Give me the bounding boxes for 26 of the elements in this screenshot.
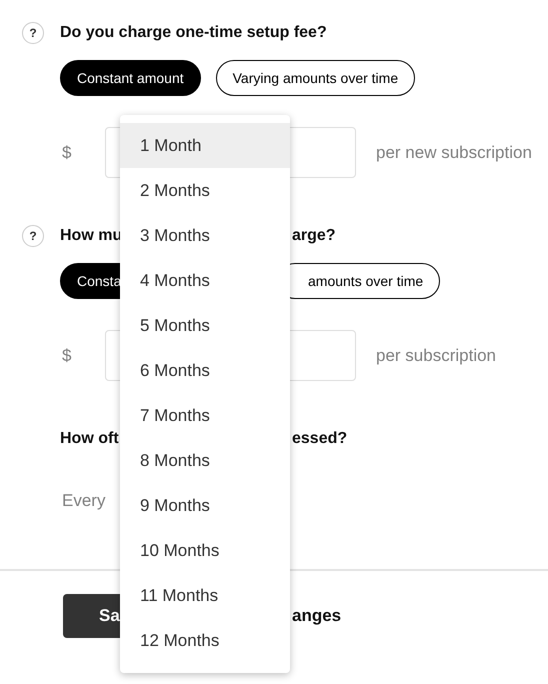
menu-item[interactable]: 8 Months bbox=[120, 438, 290, 483]
help-icon[interactable]: ? bbox=[22, 225, 44, 247]
menu-item[interactable]: 9 Months bbox=[120, 483, 290, 528]
currency-label: $ bbox=[61, 142, 72, 164]
help-icon[interactable]: ? bbox=[22, 22, 44, 44]
menu-item[interactable]: 3 Months bbox=[120, 213, 290, 258]
menu-item[interactable]: 10 Months bbox=[120, 528, 290, 573]
menu-item[interactable]: 12 Months bbox=[120, 618, 290, 663]
question-title: Do you charge one-time setup fee? bbox=[60, 23, 327, 43]
option-button[interactable]: Varying amounts over time bbox=[216, 60, 416, 96]
menu-item[interactable]: 4 Months bbox=[120, 258, 290, 303]
amount-suffix: per subscription bbox=[376, 344, 496, 367]
menu-item[interactable]: 11 Months bbox=[120, 573, 290, 618]
every-label: Every bbox=[61, 490, 106, 512]
menu-item[interactable]: 2 Months bbox=[120, 168, 290, 213]
question-title: How oft bbox=[60, 430, 119, 447]
changes-button-text[interactable]: anges bbox=[292, 603, 342, 629]
menu-item[interactable]: 7 Months bbox=[120, 393, 290, 438]
menu-item[interactable]: 1 Month bbox=[120, 123, 290, 168]
menu-item[interactable]: 6 Months bbox=[120, 348, 290, 393]
option-button[interactable]: Constant amount bbox=[60, 60, 201, 96]
question-title: arge? bbox=[292, 226, 336, 246]
amount-suffix: per new subscription bbox=[376, 142, 532, 164]
currency-label: $ bbox=[61, 344, 72, 367]
menu-item[interactable]: 5 Months bbox=[120, 303, 290, 348]
question-title: essed? bbox=[292, 429, 348, 449]
